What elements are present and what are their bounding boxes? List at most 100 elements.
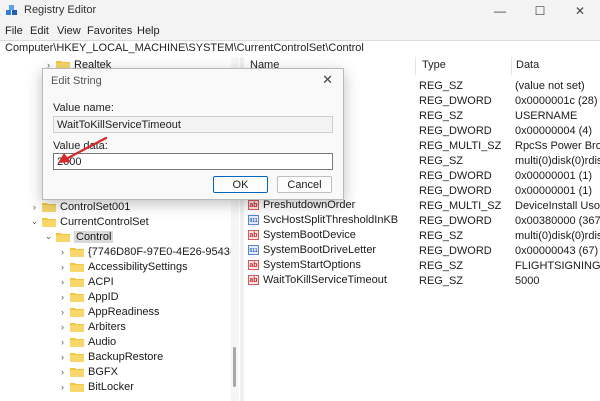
value-data-cell: DeviceInstall UsoSvc (515, 200, 600, 212)
folder-icon (42, 217, 56, 227)
chevron-right-icon[interactable]: › (58, 352, 67, 362)
address-path[interactable]: Computer\HKEY_LOCAL_MACHINE\SYSTEM\Curre… (5, 42, 364, 54)
address-bar[interactable]: Computer\HKEY_LOCAL_MACHINE\SYSTEM\Curre… (0, 40, 600, 58)
column-header-type[interactable]: Type (422, 59, 446, 71)
column-header-data[interactable]: Data (516, 59, 539, 71)
tree-item-label: AppReadiness (88, 305, 160, 318)
value-name: WaitToKillServiceTimeout (263, 274, 387, 286)
tree-item-label: ACPI (88, 275, 114, 288)
value-type-cell: REG_DWORD (419, 170, 492, 182)
value-row[interactable]: 011 SvcHostSplitThresholdInKB REG_DWORD 0x0… (244, 214, 600, 229)
value-row[interactable]: ab SystemStartOptions REG_SZ FLIGHTSIGNING… (244, 259, 600, 274)
value-data-cell: 5000 (515, 275, 540, 287)
tree-item[interactable]: › AppID (58, 289, 119, 304)
menu-edit[interactable]: Edit (30, 25, 49, 37)
folder-icon (70, 262, 84, 272)
string-value-icon: ab (248, 260, 259, 270)
close-button[interactable]: ✕ (560, 0, 600, 22)
value-data-cell: 0x00000043 (67) (515, 245, 599, 257)
value-data-cell: multi(0)disk(0)rdisk( (515, 155, 600, 167)
tree-item-label: CurrentControlSet (60, 215, 149, 228)
value-type-cell: REG_DWORD (419, 215, 492, 227)
folder-icon (70, 337, 84, 347)
value-name-cell: ab SystemBootDevice (248, 229, 356, 241)
chevron-right-icon[interactable]: › (58, 307, 67, 317)
column-divider[interactable] (415, 57, 416, 75)
chevron-right-icon[interactable]: › (58, 277, 67, 287)
chevron-right-icon[interactable]: › (30, 202, 39, 212)
tree-item[interactable]: ⌄ Control (44, 229, 114, 244)
title-bar: Registry Editor — ☐ ✕ (0, 0, 600, 22)
maximize-button[interactable]: ☐ (520, 0, 560, 22)
value-type-cell: REG_DWORD (419, 245, 492, 257)
value-name: SystemBootDevice (263, 229, 356, 241)
registry-cubes-icon (6, 5, 17, 15)
cancel-button[interactable]: Cancel (277, 176, 332, 193)
value-data-cell: 0x0000001c (28) (515, 95, 598, 107)
tree-item[interactable]: › AppReadiness (58, 304, 160, 319)
value-data-cell: (value not set) (515, 80, 585, 92)
menu-view[interactable]: View (57, 25, 81, 37)
tree-item[interactable]: › AccessibilitySettings (58, 259, 188, 274)
value-data-cell: multi(0)disk(0)rdisk( (515, 230, 600, 242)
tree-scrollbar-thumb[interactable] (233, 347, 236, 387)
chevron-right-icon[interactable]: › (58, 337, 67, 347)
dialog-close-icon[interactable]: ✕ (322, 72, 333, 88)
value-name-cell: ab SystemStartOptions (248, 259, 361, 271)
tree-item[interactable]: › Audio (58, 334, 116, 349)
value-row[interactable]: 011 SystemBootDriveLetter REG_DWORD 0x00000… (244, 244, 600, 259)
tree-item-label: {7746D80F-97E0-4E26-9543-26B (88, 245, 240, 258)
tree-item[interactable]: › ACPI (58, 274, 114, 289)
value-type-cell: REG_SZ (419, 275, 464, 287)
value-name-cell: 011 SvcHostSplitThresholdInKB (248, 214, 398, 226)
folder-icon (70, 382, 84, 392)
chevron-down-icon[interactable]: ⌄ (44, 231, 53, 242)
value-name-cell: 011 SystemBootDriveLetter (248, 244, 376, 256)
tree-item[interactable]: › ControlSet001 (30, 199, 130, 214)
tree-item[interactable]: › {7746D80F-97E0-4E26-9543-26B (58, 244, 240, 259)
folder-icon (70, 352, 84, 362)
close-icon: ✕ (574, 4, 586, 18)
window-title: Registry Editor (24, 4, 97, 16)
value-type-cell: REG_SZ (419, 80, 464, 92)
chevron-right-icon[interactable]: › (58, 382, 67, 392)
value-name: SystemBootDriveLetter (263, 244, 377, 256)
tree-item[interactable]: › Arbiters (58, 319, 126, 334)
menu-favorites[interactable]: Favorites (87, 25, 132, 37)
annotation-arrow-icon (58, 136, 108, 163)
column-divider[interactable] (511, 57, 512, 75)
folder-icon (70, 247, 84, 257)
value-row[interactable]: ab WaitToKillServiceTimeout REG_SZ 5000 (244, 274, 600, 289)
chevron-right-icon[interactable]: › (58, 322, 67, 332)
edit-string-dialog: Edit String ✕ Value name: WaitToKillServ… (42, 68, 344, 200)
tree-item[interactable]: ⌄ CurrentControlSet (30, 214, 149, 229)
value-type-cell: REG_DWORD (419, 125, 492, 137)
value-name: SystemStartOptions (263, 259, 361, 271)
value-type-cell: REG_SZ (419, 230, 464, 242)
chevron-right-icon[interactable]: › (58, 262, 67, 272)
value-row[interactable]: ab PreshutdownOrder REG_MULTI_SZ DeviceInst… (244, 199, 600, 214)
folder-icon (56, 232, 70, 242)
menu-help[interactable]: Help (137, 25, 160, 37)
value-type-cell: REG_DWORD (419, 185, 492, 197)
tree-item-label: AccessibilitySettings (88, 260, 188, 273)
chevron-down-icon[interactable]: ⌄ (30, 216, 39, 227)
folder-icon (42, 202, 56, 212)
menu-file[interactable]: File (5, 25, 23, 37)
tree-item[interactable]: › BGFX (58, 364, 118, 379)
value-name-label: Value name: (53, 102, 114, 114)
ok-button[interactable]: OK (213, 176, 268, 193)
tree-item-label: BackupRestore (88, 350, 164, 363)
chevron-right-icon[interactable]: › (58, 247, 67, 257)
maximize-icon: ☐ (534, 4, 546, 18)
value-data-cell: FLIGHTSIGNING NO (515, 260, 600, 272)
chevron-right-icon[interactable]: › (58, 292, 67, 302)
value-type-cell: REG_MULTI_SZ (419, 140, 502, 152)
value-row[interactable]: ab SystemBootDevice REG_SZ multi(0)disk(0)r… (244, 229, 600, 244)
tree-item[interactable]: › BitLocker (58, 379, 134, 394)
minimize-icon: — (494, 4, 506, 18)
minimize-button[interactable]: — (480, 0, 520, 22)
tree-item[interactable]: › BackupRestore (58, 349, 163, 364)
chevron-right-icon[interactable]: › (58, 367, 67, 377)
value-data-cell: 0x00000004 (4) (515, 125, 593, 137)
